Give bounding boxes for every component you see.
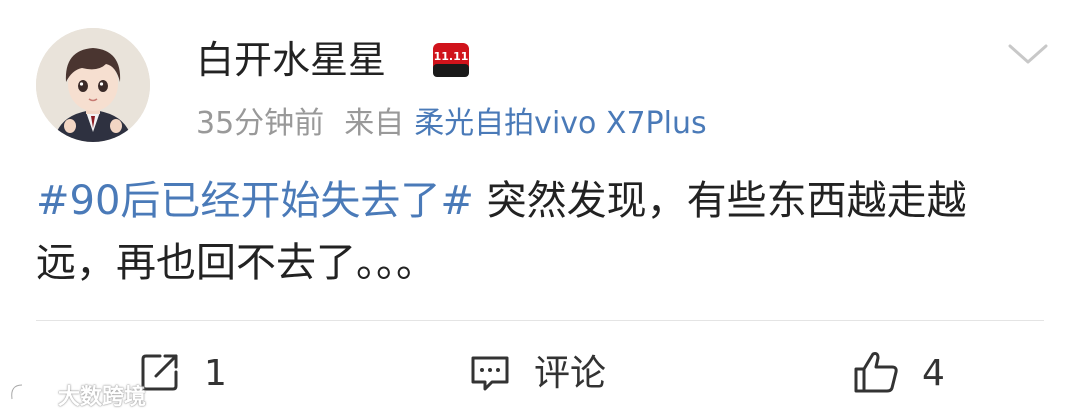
- share-count: 1: [204, 353, 227, 394]
- post-content: #90后已经开始失去了# 突然发现，有些东西越走越远，再也回不去了。。。: [36, 170, 1046, 294]
- comment-label: 评论: [534, 353, 607, 394]
- thumbs-up-icon: [852, 349, 900, 399]
- badge-text: 11.11: [434, 50, 469, 63]
- source-link[interactable]: 柔光自拍vivo X7Plus: [414, 106, 706, 141]
- divider: [36, 320, 1044, 321]
- double-eleven-badge-icon: 11.11: [432, 42, 470, 78]
- like-count: 4: [922, 353, 945, 394]
- comment-icon: [468, 350, 512, 398]
- comment-button[interactable]: 评论: [468, 350, 606, 398]
- post-time: 35分钟前: [196, 106, 325, 141]
- weibo-post-card: 白开水星星 11.11 35分钟前 来自 柔光自拍vivo X7Plus #90后已…: [0, 0, 1080, 415]
- like-button[interactable]: 4: [852, 350, 945, 398]
- watermark-logo-icon: [8, 379, 54, 411]
- topic-link[interactable]: #90后已经开始失去了#: [36, 178, 474, 224]
- share-button[interactable]: 1: [138, 350, 227, 398]
- avatar-illustration: [36, 28, 150, 142]
- chevron-down-icon[interactable]: [1006, 40, 1050, 68]
- watermark: 大数跨境: [8, 380, 146, 410]
- avatar[interactable]: [36, 28, 150, 142]
- post-meta: 35分钟前 来自 柔光自拍vivo X7Plus: [196, 103, 707, 145]
- watermark-text: 大数跨境: [58, 385, 147, 410]
- username[interactable]: 白开水星星: [196, 36, 386, 84]
- source-prefix: 来自: [344, 106, 405, 141]
